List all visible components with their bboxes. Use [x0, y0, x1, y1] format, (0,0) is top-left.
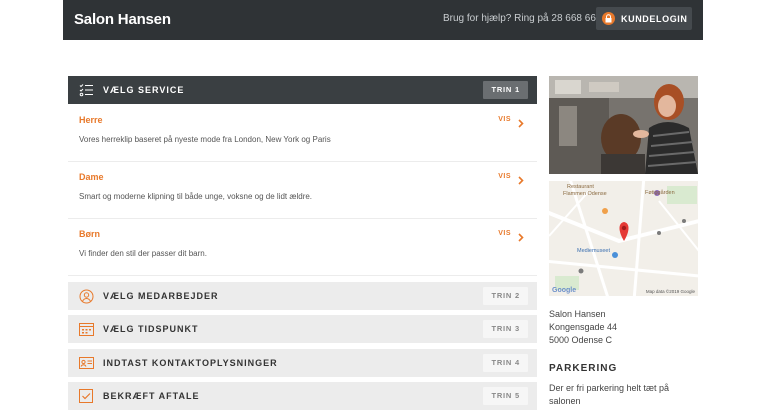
address-street: Kongensgade 44: [549, 322, 618, 332]
parking-title: PARKERING: [549, 363, 618, 374]
chevron-right-icon[interactable]: [518, 115, 524, 133]
map-copyright: Map data ©2019 Google: [645, 289, 695, 294]
map-label: Mediemuseet: [577, 248, 611, 254]
salon-photo: [549, 76, 698, 174]
help-text: Brug for hjælp? Ring på 28 668 668: [443, 13, 602, 24]
step-badge: TRIN 5: [483, 387, 528, 405]
service-item-herre[interactable]: Herre Vores herreklip baseret på nyeste …: [68, 105, 537, 162]
show-link[interactable]: VIS: [498, 230, 511, 237]
service-item-dame[interactable]: Dame Smart og moderne klipning til både …: [68, 162, 537, 219]
map-label: Flammen Odense: [563, 191, 607, 197]
service-name: Børn: [79, 229, 100, 239]
service-name: Herre: [79, 115, 103, 125]
top-navbar: Salon Hansen Brug for hjælp? Ring på 28 …: [63, 0, 703, 40]
customer-login-label: KUNDELOGIN: [621, 14, 688, 24]
step-title: VÆLG TIDSPUNKT: [103, 324, 199, 334]
step-title: INDTAST KONTAKTOPLYSNINGER: [103, 358, 278, 368]
service-description: Vi finder den stil der passer dit barn.: [79, 249, 207, 258]
service-description: Vores herreklip baseret på nyeste mode f…: [79, 135, 331, 144]
google-logo: Google: [552, 287, 577, 294]
customer-login-button[interactable]: KUNDELOGIN: [596, 7, 692, 30]
step-confirm[interactable]: BEKRÆFT AFTALE TRIN 5: [68, 382, 537, 410]
step-select-time[interactable]: VÆLG TIDSPUNKT TRIN 3: [68, 315, 537, 343]
step-contact-info[interactable]: INDTAST KONTAKTOPLYSNINGER TRIN 4: [68, 349, 537, 377]
location-map[interactable]: Restaurant Flammen Odense Føtiggården Me…: [549, 181, 698, 296]
chevron-right-icon[interactable]: [518, 229, 524, 247]
address-city: 5000 Odense C: [549, 335, 613, 345]
lock-icon: [602, 12, 615, 25]
chevron-right-icon[interactable]: [518, 172, 524, 190]
brand-logo[interactable]: Salon Hansen: [74, 11, 171, 28]
step-badge: TRIN 2: [483, 287, 528, 305]
step-badge: TRIN 3: [483, 320, 528, 338]
person-icon: [79, 289, 94, 309]
check-icon: [79, 389, 94, 408]
id-card-icon: [79, 356, 94, 374]
address-name: Salon Hansen: [549, 309, 606, 319]
step-title: VÆLG SERVICE: [103, 85, 185, 95]
step-badge: TRIN 1: [483, 81, 528, 99]
step-badge: TRIN 4: [483, 354, 528, 372]
service-name: Dame: [79, 172, 104, 182]
map-label: Føtiggården: [645, 190, 675, 196]
show-link[interactable]: VIS: [498, 116, 511, 123]
checklist-icon: [79, 83, 94, 102]
map-label: Restaurant: [567, 184, 594, 190]
step-select-employee[interactable]: VÆLG MEDARBEJDER TRIN 2: [68, 282, 537, 310]
step-select-service[interactable]: VÆLG SERVICE TRIN 1: [68, 76, 537, 104]
parking-text: Der er fri parkering helt tæt på salonen: [549, 383, 670, 406]
show-link[interactable]: VIS: [498, 173, 511, 180]
calendar-icon: [79, 322, 94, 341]
service-item-boern[interactable]: Børn Vi finder den stil der passer dit b…: [68, 219, 537, 276]
service-description: Smart og moderne klipning til både unge,…: [79, 192, 313, 201]
step-title: VÆLG MEDARBEJDER: [103, 291, 219, 301]
